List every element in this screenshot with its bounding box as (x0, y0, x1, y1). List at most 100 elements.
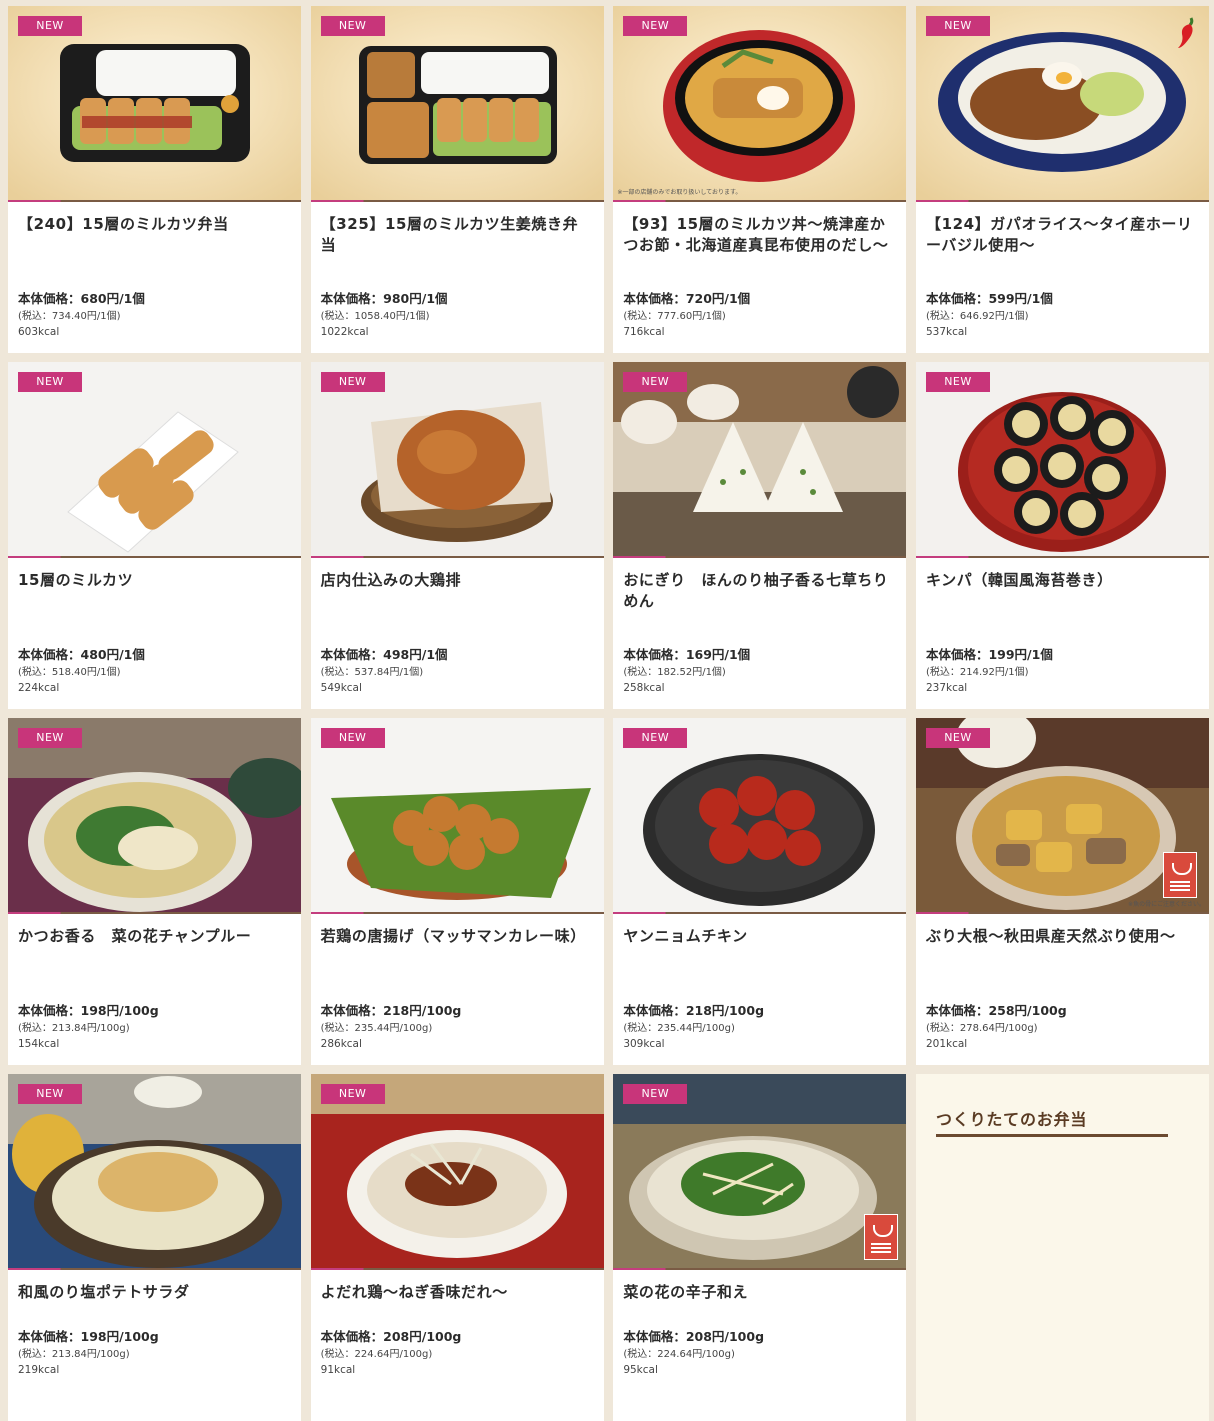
product-card[interactable]: NEW ヤンニョムチキン 本体価格：218円/100g (税込：235.44円/… (613, 718, 907, 1065)
product-title[interactable]: 15層のミルカツ (18, 570, 291, 633)
product-price: 本体価格：218円/100g (320, 1003, 462, 1018)
product-price-tax: (税込：182.52円/1個) (623, 667, 726, 678)
product-calories: 603kcal (18, 326, 60, 338)
product-card[interactable]: NEW 【124】ガパオライス〜タイ産ホーリーバジル使用〜 本体価格：599円/… (915, 6, 1209, 353)
product-photo[interactable]: NEW (613, 718, 907, 914)
product-photo[interactable]: NEW (8, 718, 301, 914)
chili-pepper-icon (1177, 17, 1194, 48)
product-photo[interactable]: NEW (8, 6, 301, 202)
product-price: 本体価格：198円/100g (18, 1003, 159, 1018)
product-price: 本体価格：198円/100g (18, 1329, 159, 1344)
product-price: 本体価格：208円/100g (320, 1329, 462, 1344)
product-calories: 201kcal (925, 1038, 968, 1050)
new-badge: NEW (623, 372, 688, 392)
product-card[interactable]: NEW ※魚の骨にご注意ください。 ぶり大根〜秋田県産天然ぶり使用〜 本体価格：… (915, 718, 1209, 1065)
product-card[interactable]: NEW 菜の花の辛子和え 本体価格：208円/100g (税込：224.64円/… (613, 1074, 907, 1421)
product-calories: 716kcal (623, 326, 665, 338)
product-price-tax: (税込：518.40円/1個) (18, 667, 121, 678)
new-badge: NEW (18, 728, 82, 748)
product-price: 本体価格：599円/1個 (925, 291, 1053, 306)
product-title[interactable]: 【240】15層のミルカツ弁当 (18, 214, 291, 277)
product-price-tax: (税込：278.64円/100g) (925, 1023, 1038, 1034)
product-price-tax: (税込：213.84円/100g) (18, 1023, 130, 1034)
product-title[interactable]: かつお香る 菜の花チャンプルー (18, 926, 291, 989)
product-price-tax: (税込：646.92円/1個) (925, 311, 1029, 322)
product-calories: 258kcal (623, 682, 665, 694)
product-price-tax: (税込：224.64円/100g) (623, 1349, 735, 1360)
product-calories: 154kcal (18, 1038, 60, 1050)
product-photo[interactable]: NEW (310, 718, 604, 914)
product-price: 本体価格：680円/1個 (18, 291, 145, 306)
product-calories: 237kcal (925, 682, 968, 694)
product-calories: 95kcal (623, 1364, 658, 1376)
product-photo[interactable]: NEW (613, 362, 907, 558)
product-price: 本体価格：720円/1個 (623, 291, 751, 306)
new-badge: NEW (320, 1084, 385, 1104)
product-calories: 1022kcal (320, 326, 369, 338)
product-price: 本体価格：480円/1個 (18, 647, 145, 662)
product-price-tax: (税込：537.84円/1個) (320, 667, 424, 678)
product-photo[interactable]: NEW (8, 362, 301, 558)
new-badge: NEW (320, 728, 385, 748)
product-calories: 224kcal (18, 682, 60, 694)
new-badge: NEW (18, 1084, 82, 1104)
store-made-logo-icon (1162, 852, 1197, 898)
product-calories: 286kcal (320, 1038, 362, 1050)
product-title[interactable]: 【325】15層のミルカツ生姜焼き弁当 (321, 214, 594, 277)
new-badge: NEW (925, 16, 990, 36)
fish-bone-note: ※魚の骨にご注意ください。 (1128, 901, 1205, 908)
new-badge: NEW (925, 728, 990, 748)
product-price: 本体価格：258円/100g (925, 1003, 1067, 1018)
product-photo[interactable]: NEW (310, 6, 604, 202)
product-card[interactable]: NEW 若鶏の唐揚げ（マッサマンカレー味） 本体価格：218円/100g (税込… (310, 718, 604, 1065)
product-card[interactable]: NEW 和風のり塩ポテトサラダ 本体価格：198円/100g (税込：213.8… (8, 1074, 301, 1421)
product-title[interactable]: ぶり大根〜秋田県産天然ぶり使用〜 (926, 926, 1199, 989)
new-badge: NEW (320, 16, 385, 36)
new-badge: NEW (623, 16, 688, 36)
product-title[interactable]: キンパ（韓国風海苔巻き） (926, 570, 1199, 633)
product-title[interactable]: 【124】ガパオライス〜タイ産ホーリーバジル使用〜 (926, 214, 1199, 277)
product-photo[interactable]: NEW (310, 362, 604, 558)
product-grid: NEW 【240】15層のミルカツ弁当 本体価格：680円/1個 (税込：734… (8, 6, 1209, 1421)
product-price: 本体価格：980円/1個 (320, 291, 448, 306)
new-badge: NEW (18, 372, 82, 392)
product-title[interactable]: 店内仕込みの大鶏排 (321, 570, 594, 633)
category-link-fresh-bento[interactable]: つくりたてのお弁当 (935, 1106, 1168, 1137)
product-price: 本体価格：169円/1個 (623, 647, 751, 662)
product-calories: 549kcal (320, 682, 362, 694)
store-made-logo-icon (864, 1214, 899, 1260)
new-badge: NEW (623, 1084, 688, 1104)
new-badge: NEW (623, 728, 688, 748)
product-photo[interactable]: NEW ※魚の骨にご注意ください。 (915, 718, 1209, 914)
category-card: つくりたてのお弁当 (915, 1074, 1209, 1421)
product-price: 本体価格：218円/100g (623, 1003, 765, 1018)
product-photo[interactable]: NEW (613, 1074, 907, 1270)
product-title[interactable]: ヤンニョムチキン (623, 926, 896, 989)
product-photo[interactable]: NEW (915, 362, 1209, 558)
product-calories: 91kcal (320, 1364, 356, 1376)
product-card[interactable]: NEW キンパ（韓国風海苔巻き） 本体価格：199円/1個 (税込：214.92… (915, 362, 1209, 709)
product-calories: 309kcal (623, 1038, 665, 1050)
product-card[interactable]: NEW 15層のミルカツ 本体価格：480円/1個 (税込：518.40円/1個… (8, 362, 301, 709)
product-card[interactable]: NEW かつお香る 菜の花チャンプルー 本体価格：198円/100g (税込：2… (8, 718, 301, 1065)
product-price: 本体価格：199円/1個 (925, 647, 1053, 662)
product-price-tax: (税込：213.84円/100g) (18, 1349, 130, 1360)
product-card[interactable]: NEW よだれ鶏〜ねぎ香味だれ〜 本体価格：208円/100g (税込：224.… (310, 1074, 604, 1421)
product-card[interactable]: NEW 【325】15層のミルカツ生姜焼き弁当 本体価格：980円/1個 (税込… (310, 6, 604, 353)
product-price-tax: (税込：734.40円/1個) (18, 311, 121, 322)
product-title[interactable]: おにぎり ほんのり柚子香る七草ちりめん (623, 570, 896, 633)
store-availability-note: ※一部の店舗のみでお取り扱いしております。 (617, 189, 742, 196)
product-price-tax: (税込：235.44円/100g) (623, 1023, 735, 1034)
product-price: 本体価格：208円/100g (623, 1329, 765, 1344)
product-title[interactable]: 若鶏の唐揚げ（マッサマンカレー味） (321, 926, 594, 989)
product-photo[interactable]: NEW (8, 1074, 301, 1270)
product-photo[interactable]: NEW ※一部の店舗のみでお取り扱いしております。 (613, 6, 907, 202)
product-card[interactable]: NEW おにぎり ほんのり柚子香る七草ちりめん 本体価格：169円/1個 (税込… (613, 362, 907, 709)
product-card[interactable]: NEW 店内仕込みの大鶏排 本体価格：498円/1個 (税込：537.84円/1… (310, 362, 604, 709)
product-card[interactable]: NEW 【240】15層のミルカツ弁当 本体価格：680円/1個 (税込：734… (8, 6, 301, 353)
product-photo[interactable]: NEW (915, 6, 1209, 202)
product-price-tax: (税込：1058.40円/1個) (320, 311, 430, 322)
product-title[interactable]: 【93】15層のミルカツ丼〜焼津産かつお節・北海道産真昆布使用のだし〜 (623, 214, 896, 277)
product-photo[interactable]: NEW (310, 1074, 604, 1270)
product-card[interactable]: NEW ※一部の店舗のみでお取り扱いしております。 【93】15層のミルカツ丼〜… (613, 6, 907, 353)
